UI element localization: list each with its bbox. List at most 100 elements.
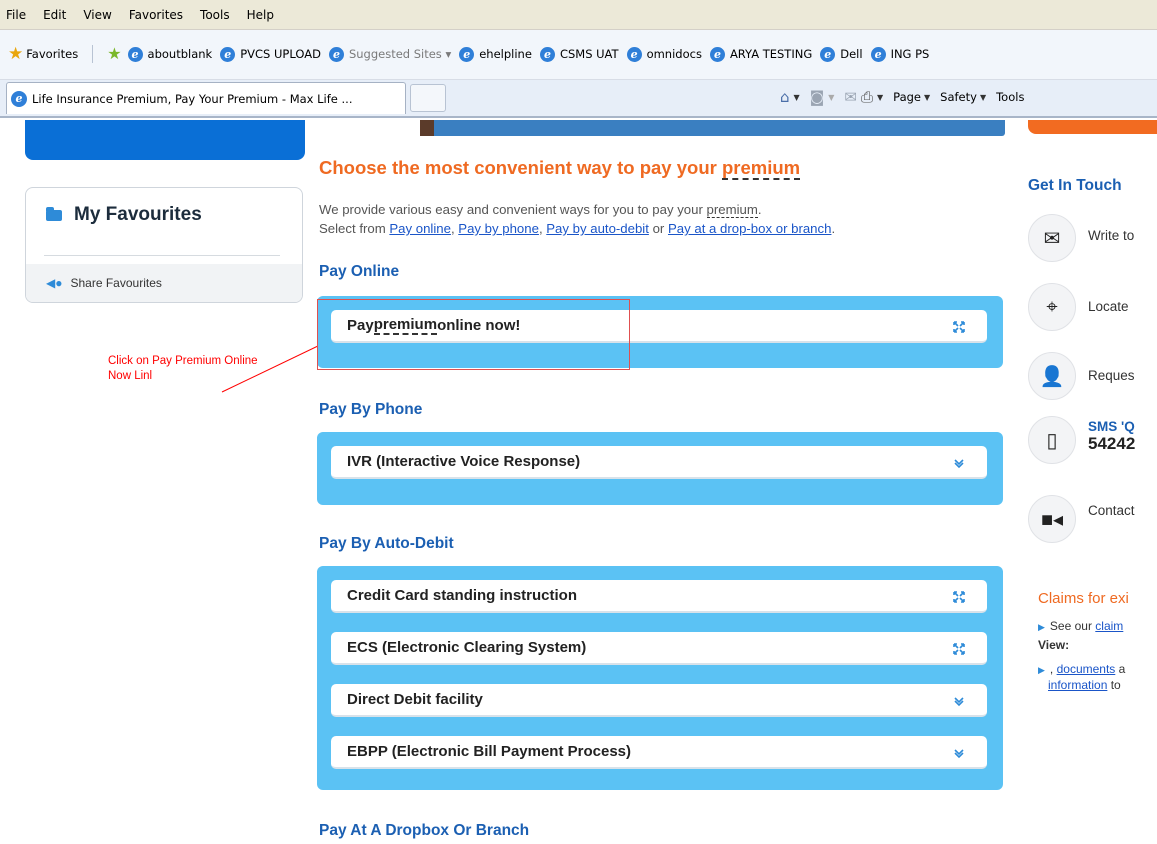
ie-icon: e	[539, 46, 555, 62]
separator	[92, 45, 94, 63]
person-icon: 👤	[1028, 352, 1076, 400]
page-menu[interactable]: Page	[893, 90, 921, 104]
link-pay-by-phone[interactable]: Pay by phone	[458, 221, 539, 236]
link-pay-online[interactable]: Pay online	[389, 221, 451, 236]
annotation-highlight-box	[317, 299, 630, 370]
menu-tools[interactable]: Tools	[200, 8, 230, 22]
tools-menu[interactable]: Tools	[996, 90, 1024, 104]
ecs-item[interactable]: ECS (Electronic Clearing System)	[331, 632, 987, 665]
fav-link-label: aboutblank	[147, 47, 213, 61]
ie-icon: e	[127, 46, 143, 62]
expand-icon[interactable]	[953, 643, 965, 655]
ivr-item[interactable]: IVR (Interactive Voice Response)	[331, 446, 987, 479]
mobile-phone-icon: ▯	[1028, 416, 1076, 464]
fav-link-csms-uat[interactable]: e CSMS UAT	[539, 46, 619, 62]
add-favorite-icon[interactable]: ★	[107, 44, 121, 64]
documents-link[interactable]: documents	[1057, 662, 1116, 676]
tab-title: Life Insurance Premium, Pay Your Premium…	[32, 91, 353, 106]
claims-text: to	[1107, 678, 1121, 692]
ie-icon: e	[626, 46, 642, 62]
home-icon[interactable]: ⌂	[780, 88, 790, 106]
claims-see-our: ▶ See our claim	[1038, 619, 1123, 633]
share-favourites-label: Share Favourites	[70, 276, 162, 290]
chevron-down-icon[interactable]: ▼	[828, 93, 834, 102]
fav-link-omnidocs[interactable]: e omnidocs	[626, 46, 702, 62]
fav-link-dell[interactable]: e Dell	[820, 46, 863, 62]
write-to-label: Write to	[1088, 228, 1135, 243]
claims-text: ,	[1049, 662, 1057, 676]
expand-icon[interactable]	[953, 591, 965, 603]
chevron-down-icon[interactable]: ▼	[877, 93, 883, 102]
crosshair-icon: ⌖	[1028, 283, 1076, 331]
mail-icon[interactable]: ✉	[844, 88, 857, 106]
ie-icon: e	[820, 46, 836, 62]
sms-number: 54242	[1088, 434, 1136, 453]
contact-label: Contact	[1088, 503, 1135, 518]
safety-menu[interactable]: Safety	[940, 90, 977, 104]
chevron-down-icon[interactable]: ▼	[794, 93, 800, 102]
section-title-pay-by-auto-debit: Pay By Auto-Debit	[319, 535, 454, 552]
tab-max-life[interactable]: e Life Insurance Premium, Pay Your Premi…	[6, 82, 406, 114]
annotation-line-2: Now Linl	[108, 370, 153, 382]
contact-item[interactable]: ■◂ Contact	[1028, 495, 1135, 543]
direct-debit-facility-item[interactable]: Direct Debit facility	[331, 684, 987, 717]
section-title-pay-online: Pay Online	[319, 263, 400, 280]
section-title-pay-at-dropbox: Pay At A Dropbox Or Branch	[319, 822, 530, 839]
arrow-icon: ▶	[1038, 665, 1045, 675]
request-callback-item[interactable]: 👤 Reques	[1028, 352, 1135, 400]
premium-term-link[interactable]: premium	[706, 202, 758, 218]
envelope-icon: ✉	[1028, 214, 1076, 262]
feeds-icon[interactable]: ◙	[810, 88, 825, 106]
fav-link-ing-ps[interactable]: e ING PS	[870, 46, 929, 62]
pay-by-auto-debit-panel: Credit Card standing instruction ECS (El…	[317, 566, 1003, 790]
item-text: Direct Debit facility	[347, 691, 483, 708]
information-link[interactable]: information	[1048, 678, 1107, 692]
menu-edit[interactable]: Edit	[43, 8, 66, 22]
link-pay-at-dropbox[interactable]: Pay at a drop-box or branch	[668, 221, 831, 236]
write-to-us-item[interactable]: ✉ Write to	[1028, 214, 1134, 262]
chevron-down-icon[interactable]: ▼	[924, 93, 930, 102]
menu-favorites[interactable]: Favorites	[129, 8, 183, 22]
ebpp-item[interactable]: EBPP (Electronic Bill Payment Process)	[331, 736, 987, 769]
annotation-line-1: Click on Pay Premium Online	[108, 355, 258, 367]
share-favourites-button[interactable]: ◀● Share Favourites	[26, 264, 302, 302]
ie-icon: e	[328, 46, 344, 62]
ie-icon: e	[459, 46, 475, 62]
chevron-down-icon[interactable]	[953, 695, 965, 707]
fav-link-aboutblank[interactable]: e aboutblank	[127, 46, 213, 62]
annotation-note: Click on Pay Premium Online Now Linl	[108, 354, 258, 384]
item-text: EBPP (Electronic Bill Payment Process)	[347, 743, 631, 760]
favorites-button[interactable]: ★ Favorites	[8, 44, 78, 64]
chevron-down-icon[interactable]	[953, 457, 965, 469]
menu-view[interactable]: View	[83, 8, 111, 22]
premium-term-link[interactable]: premium	[721, 157, 801, 180]
my-favourites-title: My Favourites	[74, 204, 202, 225]
item-text: ECS (Electronic Clearing System)	[347, 639, 587, 656]
fav-link-label: ARYA TESTING	[729, 47, 813, 61]
chevron-down-icon[interactable]: ▼	[980, 93, 986, 102]
claims-documents: ▶, documents a	[1038, 662, 1125, 676]
fav-link-ehelpline[interactable]: e ehelpline	[459, 46, 532, 62]
video-camera-icon: ■◂	[1028, 495, 1076, 543]
fav-link-suggested-sites[interactable]: e Suggested Sites ▾	[328, 46, 451, 62]
intro-period: .	[831, 221, 836, 236]
page-title-text: Choose the most convenient way to pay yo…	[319, 157, 722, 178]
credit-card-standing-instruction-item[interactable]: Credit Card standing instruction	[331, 580, 987, 613]
menu-file[interactable]: File	[6, 8, 26, 22]
fav-link-arya-testing[interactable]: e ARYA TESTING	[709, 46, 813, 62]
get-in-touch-title: Get In Touch	[1028, 177, 1122, 194]
sms-item[interactable]: ▯ SMS 'Q 54242	[1028, 416, 1135, 464]
fav-link-pvcs-upload[interactable]: e PVCS UPLOAD	[220, 46, 321, 62]
expand-icon[interactable]	[953, 321, 965, 333]
new-tab-button[interactable]	[410, 84, 446, 112]
claims-information: information to	[1048, 678, 1121, 692]
request-label: Reques	[1088, 368, 1135, 383]
chevron-down-icon[interactable]	[953, 747, 965, 759]
star-icon: ★	[8, 44, 24, 64]
locate-item[interactable]: ⌖ Locate	[1028, 283, 1129, 331]
link-pay-by-auto-debit[interactable]: Pay by auto-debit	[546, 221, 649, 236]
print-icon[interactable]: ⎙	[861, 88, 873, 106]
claim-link[interactable]: claim	[1095, 619, 1123, 633]
menu-help[interactable]: Help	[247, 8, 274, 22]
favorites-label: Favorites	[26, 47, 79, 61]
